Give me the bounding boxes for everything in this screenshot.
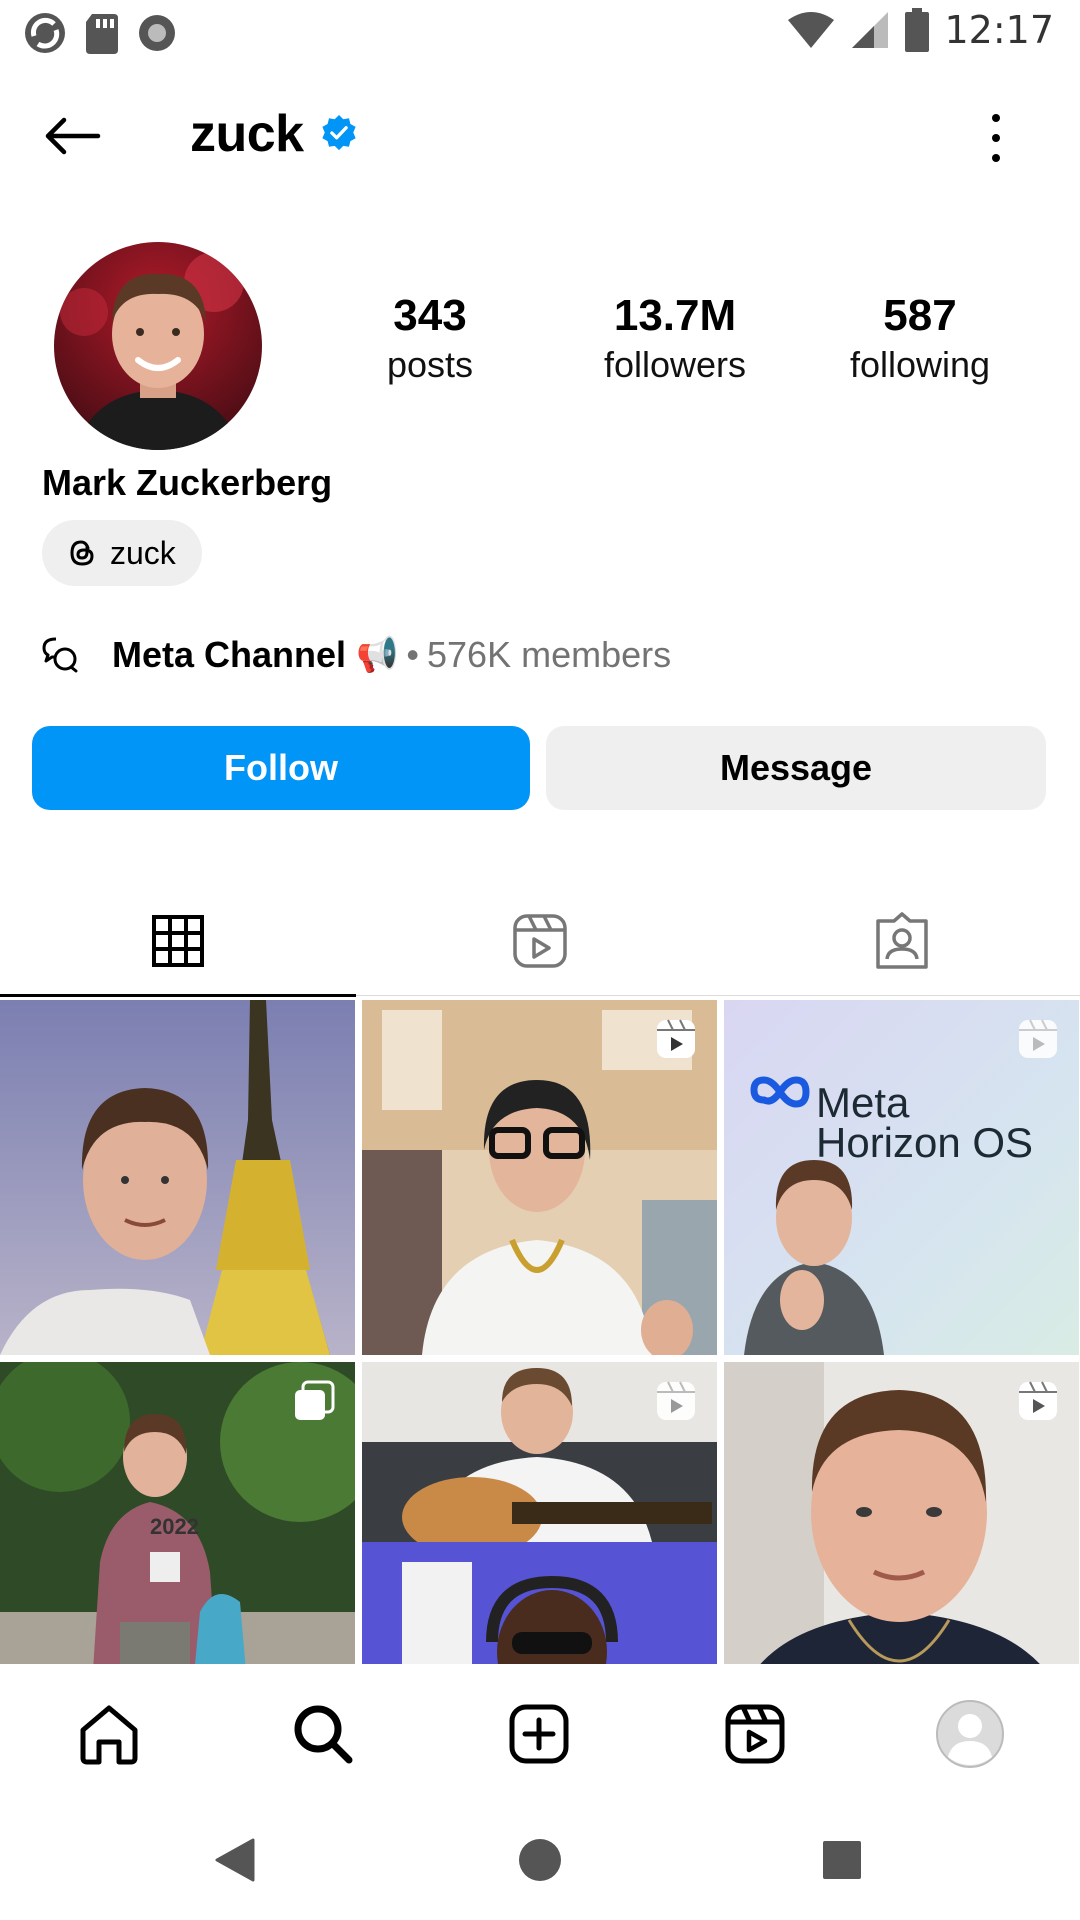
create-icon bbox=[509, 1704, 569, 1764]
verified-badge-icon bbox=[322, 114, 356, 151]
channel-members: 576K members bbox=[427, 634, 672, 675]
reel-badge-icon bbox=[1019, 1381, 1057, 1420]
system-recents-button[interactable] bbox=[812, 1830, 872, 1890]
stat-following-label: following bbox=[849, 344, 991, 386]
bottom-navigation bbox=[0, 1664, 1080, 1794]
nav-profile[interactable] bbox=[930, 1694, 1010, 1774]
broadcast-channel[interactable]: Meta Channel 📢 • 576K members bbox=[40, 630, 671, 680]
profile-header: zuck bbox=[0, 96, 1080, 176]
grid-post[interactable] bbox=[0, 1000, 355, 1355]
nav-create[interactable] bbox=[499, 1694, 579, 1774]
nav-search[interactable] bbox=[283, 1694, 363, 1774]
reels-icon bbox=[725, 1704, 785, 1764]
system-home-button[interactable] bbox=[510, 1830, 570, 1890]
header-username: zuck bbox=[190, 105, 304, 163]
reel-badge-icon bbox=[1019, 1019, 1057, 1058]
signal-icon bbox=[852, 12, 889, 48]
tagged-icon bbox=[876, 912, 928, 969]
post-overlay-horizon: Horizon OS bbox=[816, 1119, 1034, 1166]
threads-icon bbox=[70, 540, 94, 566]
grid-post[interactable] bbox=[362, 1000, 717, 1355]
profile-avatar[interactable] bbox=[54, 242, 262, 450]
grid-post[interactable]: Meta Horizon OS bbox=[724, 1000, 1079, 1355]
status-bar: 12:17 bbox=[0, 0, 1080, 64]
channel-name: Meta Channel bbox=[112, 634, 347, 675]
profile-full-name: Mark Zuckerberg bbox=[42, 462, 333, 503]
carousel-badge-icon bbox=[295, 1380, 335, 1420]
profile-icon bbox=[936, 1700, 1004, 1768]
sd-card-icon bbox=[86, 14, 118, 54]
nav-home[interactable] bbox=[69, 1694, 149, 1774]
megaphone-icon: 📢 bbox=[356, 636, 399, 674]
stat-following-value: 587 bbox=[883, 291, 957, 340]
square-recents-icon bbox=[823, 1841, 861, 1879]
channel-icon bbox=[42, 637, 78, 673]
stat-following[interactable]: 587 following bbox=[810, 291, 1030, 391]
stat-followers-label: followers bbox=[603, 344, 747, 386]
search-icon bbox=[294, 1705, 353, 1764]
triangle-back-icon bbox=[215, 1838, 255, 1882]
tab-grid[interactable] bbox=[0, 886, 356, 997]
avatar-photo bbox=[54, 242, 262, 450]
stat-posts-value: 343 bbox=[393, 291, 467, 340]
sync-icon bbox=[25, 13, 65, 53]
back-button[interactable] bbox=[38, 110, 106, 162]
tab-reels[interactable] bbox=[362, 886, 718, 996]
stat-followers[interactable]: 13.7M followers bbox=[565, 291, 785, 391]
more-vertical-icon bbox=[992, 114, 1000, 122]
tab-tagged[interactable] bbox=[724, 886, 1080, 996]
post-overlay-meta: Meta bbox=[816, 1079, 910, 1126]
threads-profile-chip[interactable]: zuck bbox=[42, 520, 202, 586]
nav-reels[interactable] bbox=[715, 1694, 795, 1774]
record-icon bbox=[139, 15, 175, 51]
grid-post[interactable] bbox=[362, 1362, 717, 1664]
grid-post[interactable] bbox=[724, 1362, 1079, 1664]
threads-handle: zuck bbox=[110, 534, 176, 571]
post-bib-number: 2022 bbox=[150, 1514, 199, 1539]
grid-post[interactable]: 2022 bbox=[0, 1362, 355, 1664]
battery-icon bbox=[905, 8, 930, 52]
message-button[interactable]: Message bbox=[546, 726, 1046, 810]
arrow-left-icon bbox=[45, 117, 101, 155]
stat-posts[interactable]: 343 posts bbox=[320, 291, 540, 391]
reels-icon bbox=[513, 914, 567, 968]
wifi-icon bbox=[788, 12, 835, 48]
status-time: 12:17 bbox=[944, 8, 1054, 52]
stat-posts-label: posts bbox=[386, 344, 474, 386]
system-back-button[interactable] bbox=[205, 1830, 265, 1890]
status-left-icons bbox=[22, 10, 178, 56]
reel-badge-icon bbox=[657, 1381, 695, 1420]
grid-icon bbox=[152, 915, 204, 967]
system-navigation-bar bbox=[0, 1800, 1080, 1920]
posts-grid: Meta Horizon OS 2022 bbox=[0, 1000, 1080, 1664]
more-options-button[interactable] bbox=[974, 108, 1018, 168]
profile-tabs bbox=[0, 886, 1080, 997]
post-image bbox=[0, 1000, 355, 1355]
reel-badge-icon bbox=[657, 1019, 695, 1058]
circle-home-icon bbox=[519, 1839, 561, 1881]
follow-button[interactable]: Follow bbox=[32, 726, 530, 810]
status-right-icons: 12:17 bbox=[786, 8, 1054, 52]
channel-separator: • bbox=[406, 634, 419, 675]
home-icon bbox=[80, 1705, 138, 1765]
stat-followers-value: 13.7M bbox=[613, 291, 737, 340]
